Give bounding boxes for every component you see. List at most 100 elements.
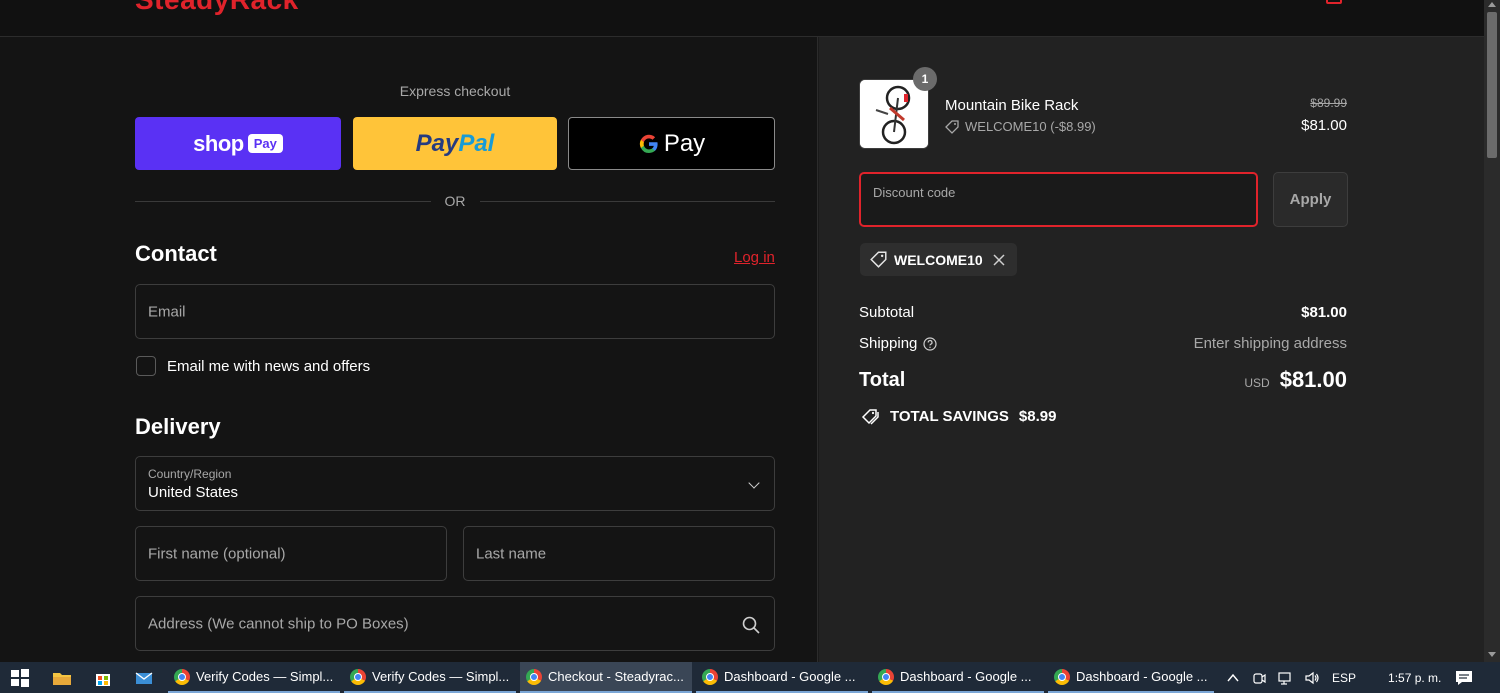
login-link[interactable]: Log in xyxy=(734,249,775,266)
apply-discount-button[interactable]: Apply xyxy=(1273,172,1348,227)
news-offers-row[interactable]: Email me with news and offers xyxy=(136,356,370,376)
taskbar-item-label: Verify Codes — Simpl... xyxy=(372,669,510,684)
price-final: $81.00 xyxy=(1301,117,1347,134)
discount-code-placeholder: Discount code xyxy=(873,185,956,200)
total-amount: $81.00 xyxy=(1279,367,1347,392)
last-name-field[interactable]: Last name xyxy=(463,526,775,581)
chrome-icon xyxy=(350,668,366,685)
language-indicator[interactable]: ESP xyxy=(1332,671,1356,685)
chrome-icon xyxy=(1054,668,1070,685)
checkout-page: SteadyRack Express checkout shop Pay Pay… xyxy=(0,0,1500,693)
mail-icon[interactable] xyxy=(134,668,154,688)
chrome-icon xyxy=(526,668,542,685)
first-name-field[interactable]: First name (optional) xyxy=(135,526,447,581)
cart-bag-icon[interactable] xyxy=(1326,0,1342,4)
taskbar-item-dashboard-2[interactable]: Dashboard - Google ... xyxy=(872,662,1044,693)
scroll-up-arrow-icon[interactable] xyxy=(1488,2,1496,7)
divider-line xyxy=(135,200,431,202)
news-offers-checkbox[interactable] xyxy=(136,356,156,376)
taskbar-item-dashboard-1[interactable]: Dashboard - Google ... xyxy=(696,662,868,693)
windows-taskbar: Verify Codes — Simpl... Verify Codes — S… xyxy=(0,662,1500,693)
chevron-up-icon[interactable] xyxy=(1226,671,1240,685)
delivery-title: Delivery xyxy=(135,414,221,439)
taskbar-item-label: Dashboard - Google ... xyxy=(1076,669,1208,684)
shop-pay-button[interactable]: shop Pay xyxy=(135,117,341,170)
meet-now-icon[interactable] xyxy=(1252,671,1266,685)
system-tray: ESP 1:57 p. m. xyxy=(1226,662,1441,693)
country-select[interactable]: Country/Region United States xyxy=(135,456,775,511)
email-placeholder: Email xyxy=(148,303,186,320)
tag-icon xyxy=(870,251,887,268)
taskbar-item-verify-codes-1[interactable]: Verify Codes — Simpl... xyxy=(168,662,340,693)
search-icon xyxy=(742,616,760,634)
contact-title: Contact xyxy=(135,241,217,266)
express-checkout-title: Express checkout xyxy=(399,83,511,99)
first-name-placeholder: First name (optional) xyxy=(148,545,286,562)
address-placeholder: Address (We cannot ship to PO Boxes) xyxy=(148,615,409,632)
volume-icon[interactable] xyxy=(1304,671,1320,685)
price-original: $89.99 xyxy=(1310,96,1347,110)
taskbar-item-label: Dashboard - Google ... xyxy=(724,669,856,684)
total-label: Total xyxy=(859,369,906,391)
news-offers-label[interactable]: Email me with news and offers xyxy=(167,358,370,375)
shipping-value: Enter shipping address xyxy=(1193,335,1347,352)
product-discount-line: WELCOME10 (-$8.99) xyxy=(945,119,1096,134)
or-label: OR xyxy=(444,193,466,209)
product-discount-text: WELCOME10 (-$8.99) xyxy=(965,119,1096,134)
chevron-down-icon xyxy=(748,477,760,489)
email-field[interactable]: Email xyxy=(135,284,775,339)
order-summary-column: 1 Mountain Bike Rack WELCOME10 (-$8.99) … xyxy=(819,37,1484,662)
file-explorer-icon[interactable] xyxy=(52,668,72,688)
or-divider: OR xyxy=(135,192,775,210)
page-scrollbar[interactable] xyxy=(1484,0,1500,662)
chrome-icon xyxy=(174,668,190,685)
checkout-form-column: Express checkout shop Pay Pay Pal Pay OR … xyxy=(0,37,818,662)
bike-rack-image-icon xyxy=(860,80,928,148)
discount-code-input[interactable]: Discount code xyxy=(859,172,1258,227)
total-savings-value: $8.99 xyxy=(1018,408,1057,425)
product-name: Mountain Bike Rack xyxy=(945,97,1079,114)
applied-code-chip: WELCOME10 xyxy=(860,243,1017,276)
close-icon[interactable] xyxy=(993,253,1005,266)
help-circle-icon[interactable] xyxy=(923,336,937,351)
taskbar-item-verify-codes-2[interactable]: Verify Codes — Simpl... xyxy=(344,662,516,693)
shop-pay-chip: Pay xyxy=(247,134,283,153)
total-savings-row: TOTAL SAVINGS $8.99 xyxy=(861,408,1056,425)
applied-code-text: WELCOME10 xyxy=(894,251,983,268)
country-label: Country/Region xyxy=(148,467,232,481)
taskbar-item-label: Checkout - Steadyrac... xyxy=(548,669,684,684)
scroll-down-arrow-icon[interactable] xyxy=(1488,652,1496,657)
subtotal-label: Subtotal xyxy=(859,304,915,321)
paypal-logo-part1: Pay xyxy=(415,129,459,157)
google-pay-button[interactable]: Pay xyxy=(568,117,775,170)
divider-line xyxy=(479,200,775,202)
total-savings-label: TOTAL SAVINGS xyxy=(890,408,1009,425)
shipping-row: Shipping xyxy=(859,335,937,352)
site-header: SteadyRack xyxy=(0,0,1484,37)
scroll-thumb[interactable] xyxy=(1487,12,1497,158)
store-icon[interactable] xyxy=(93,668,113,688)
google-g-icon xyxy=(639,134,658,153)
taskbar-item-label: Verify Codes — Simpl... xyxy=(196,669,334,684)
system-clock[interactable]: 1:57 p. m. xyxy=(1388,671,1441,685)
address-field[interactable]: Address (We cannot ship to PO Boxes) xyxy=(135,596,775,651)
taskbar-item-checkout[interactable]: Checkout - Steadyrac... xyxy=(520,662,692,693)
total-value-row: USD $81.00 xyxy=(1244,367,1347,393)
last-name-placeholder: Last name xyxy=(476,545,547,562)
tag-icon xyxy=(945,119,959,134)
chrome-icon xyxy=(878,668,894,685)
subtotal-value: $81.00 xyxy=(1301,304,1347,321)
shipping-label: Shipping xyxy=(859,335,918,352)
taskbar-item-dashboard-3[interactable]: Dashboard - Google ... xyxy=(1048,662,1214,693)
paypal-button[interactable]: Pay Pal xyxy=(353,117,557,170)
quantity-badge: 1 xyxy=(913,67,937,91)
store-logo[interactable]: SteadyRack xyxy=(135,0,299,16)
network-icon[interactable] xyxy=(1278,671,1294,685)
chrome-icon xyxy=(702,668,718,685)
windows-start-icon[interactable] xyxy=(10,668,30,688)
notifications-icon[interactable] xyxy=(1454,668,1474,688)
tags-icon xyxy=(861,409,879,425)
taskbar-item-label: Dashboard - Google ... xyxy=(900,669,1032,684)
shop-pay-logo: shop xyxy=(193,130,244,156)
total-currency: USD xyxy=(1244,376,1270,390)
